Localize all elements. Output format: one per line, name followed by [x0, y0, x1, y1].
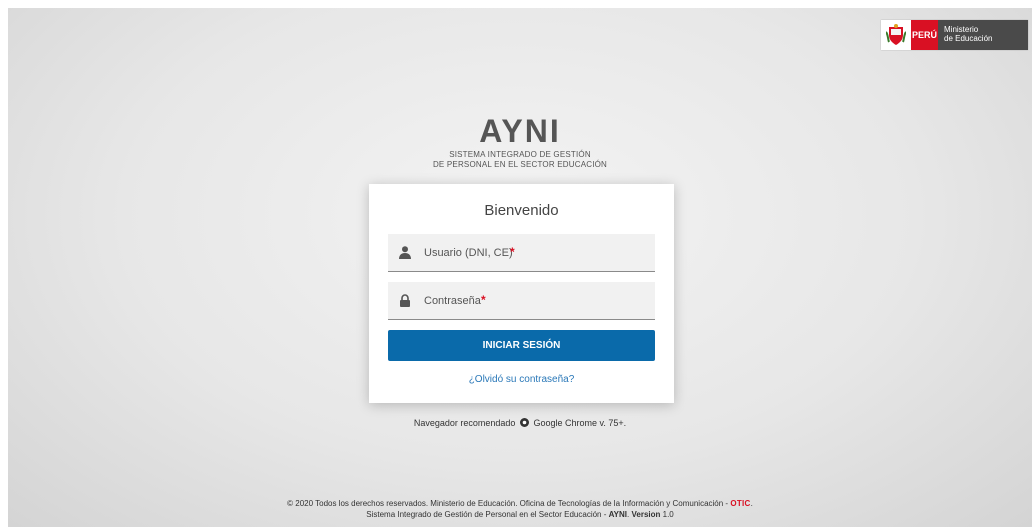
- chrome-icon: [519, 418, 529, 427]
- login-page: PERÚ Ministerio de Educación AYNI SISTEM…: [8, 8, 1032, 527]
- footer-line1-end: .: [750, 499, 753, 508]
- office-logo-text: OTIC: [730, 499, 751, 508]
- username-field[interactable]: *: [388, 234, 655, 272]
- browser-recommendation: Navegador recomendado Google Chrome v. 7…: [8, 418, 1032, 428]
- login-title: Bienvenido: [484, 202, 559, 219]
- app-title: AYNI: [479, 113, 561, 149]
- password-field[interactable]: *: [388, 282, 655, 320]
- lock-icon: [400, 294, 410, 307]
- ministry-name-line1: Ministerio: [944, 25, 979, 34]
- login-button[interactable]: INICIAR SESIÓN: [388, 330, 655, 361]
- footer-line2: Sistema Integrado de Gestión de Personal…: [8, 509, 1032, 520]
- peru-label: PERÚ: [911, 20, 938, 50]
- app-brand: AYNI SISTEMA INTEGRADO DE GESTIÓN DE PER…: [8, 112, 1032, 170]
- app-subtitle-line2: DE PERSONAL EN EL SECTOR EDUCACIÓN: [432, 160, 608, 169]
- user-icon: [399, 246, 411, 259]
- browser-note-browser: Google Chrome v. 75+.: [533, 418, 627, 428]
- footer-app-separator: .: [627, 510, 630, 519]
- forgot-password-link[interactable]: ¿Olvidó su contraseña?: [388, 374, 655, 385]
- footer-version-label: Version: [631, 510, 661, 519]
- app-subtitle-line1: SISTEMA INTEGRADO DE GESTIÓN: [449, 150, 591, 159]
- footer-version: 1.0: [662, 510, 674, 519]
- footer-system-name: Sistema Integrado de Gestión de Personal…: [366, 510, 607, 519]
- browser-note-prefix: Navegador recomendado: [413, 418, 516, 428]
- password-required-mark: *: [481, 293, 486, 307]
- ministry-name-line2: de Educación: [944, 34, 993, 43]
- coat-of-arms-icon: [881, 20, 911, 50]
- ministry-logo: PERÚ Ministerio de Educación: [881, 20, 1028, 50]
- footer-app-name: AYNI: [608, 510, 628, 519]
- password-input[interactable]: [424, 282, 644, 319]
- footer-line1: © 2020 Todos los derechos reservados. Mi…: [8, 498, 1032, 509]
- footer: © 2020 Todos los derechos reservados. Mi…: [8, 498, 1032, 520]
- username-input[interactable]: [424, 234, 644, 271]
- ministry-name: Ministerio de Educación: [938, 20, 1028, 50]
- footer-copyright: © 2020 Todos los derechos reservados. Mi…: [287, 499, 729, 508]
- login-card: Bienvenido * * INICIAR SESIÓN ¿Olvidó su…: [369, 184, 674, 403]
- username-required-mark: *: [510, 245, 515, 259]
